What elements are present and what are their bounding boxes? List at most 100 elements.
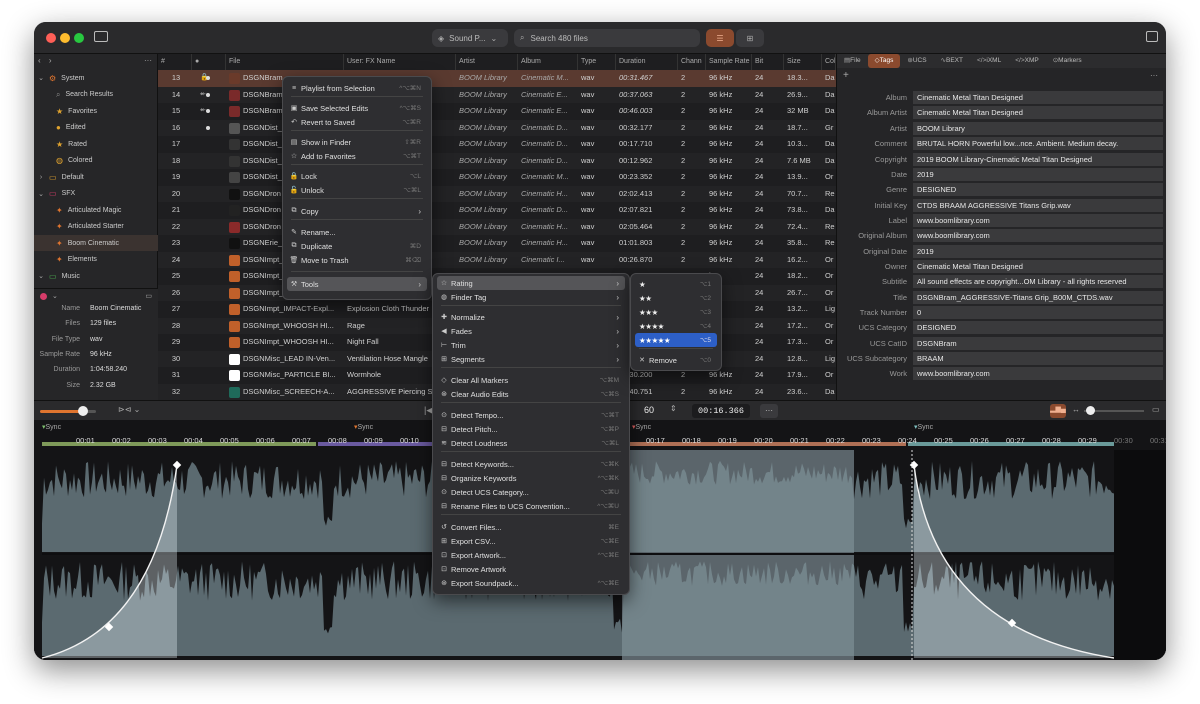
table-row[interactable]: 17 DSGNDist_ BOOM Library Cinematic D... wav… — [158, 136, 836, 153]
metadata-value-field[interactable]: 0 — [913, 306, 1163, 320]
metadata-value-field[interactable]: 2019 BOOM Library-Cinematic Metal Titan … — [913, 152, 1163, 166]
tab-file[interactable]: ▤ File — [837, 54, 868, 68]
sidebar-item[interactable]: ● Edited — [34, 120, 158, 136]
grid-view-button[interactable]: ⊞ — [736, 29, 764, 47]
menu-item[interactable]: ★★ ⌥2 — [635, 291, 717, 305]
sync-marker[interactable]: ▾ Sync — [632, 423, 651, 431]
metadata-value-field[interactable]: BRUTAL HORN Powerful low...nce. Ambient.… — [913, 137, 1163, 151]
sidebar-item[interactable]: ★ Favorites — [34, 103, 158, 119]
table-row[interactable]: 19 DSGNDist_ BOOM Library Cinematic M... wav… — [158, 169, 836, 186]
table-row[interactable]: 23 DSGNErie_ BOOM Library Cinematic H... wav… — [158, 235, 836, 252]
window-icon[interactable]: ▭ — [145, 292, 152, 300]
menu-item[interactable]: ⊙ Detect UCS Category... ⌥⌘U — [437, 485, 625, 499]
sidebar-item[interactable]: ⌕ Search Results — [34, 87, 158, 103]
zoom-window-button[interactable] — [74, 33, 84, 43]
chevron-down-icon[interactable]: › — [38, 174, 44, 181]
search-field[interactable]: ⌕ Search 480 files — [514, 29, 700, 47]
tab-bext[interactable]: ∿ BEXT — [934, 54, 970, 68]
metadata-value-field[interactable]: BRAAM — [913, 352, 1163, 366]
tab-xmp[interactable]: </> XMP — [1008, 54, 1046, 68]
metadata-value-field[interactable]: Cinematic Metal Titan Designed — [913, 259, 1163, 273]
menu-item[interactable]: ⊞ Export CSV... ⌥⌘E — [437, 534, 625, 548]
metadata-value-field[interactable]: DSGNBram_AGGRESSIVE-Titans Grip_B00M_CTD… — [913, 290, 1163, 304]
chevron-down-icon[interactable]: ⌄ — [52, 292, 58, 300]
library-selector[interactable]: ◈ Sound P... ⌄ — [432, 29, 508, 47]
menu-item[interactable]: ⧉ Duplicate ⌘D — [287, 239, 427, 253]
menu-item[interactable]: ⊢ Trim › — [437, 338, 625, 352]
menu-item[interactable]: ⊟ Rename Files to UCS Convention... ^⌥⌘U — [437, 499, 625, 513]
sync-marker[interactable]: ▾ Sync — [354, 423, 373, 431]
column-header[interactable]: Chann — [678, 54, 706, 70]
menu-item[interactable]: ☆ Rating › — [437, 276, 625, 290]
menu-item[interactable]: ↺ Convert Files... ⌘E — [437, 520, 625, 534]
menu-item[interactable]: ⊟ Detect Keywords... ⌥⌘K — [437, 457, 625, 471]
column-header[interactable]: Duration — [616, 54, 678, 70]
spectrum-button[interactable]: ▂▆▄ — [1050, 404, 1066, 418]
menu-item[interactable]: ★★★★ ⌥4 — [635, 319, 717, 333]
zoom-slider-knob[interactable] — [1086, 406, 1095, 415]
column-header[interactable]: Album — [518, 54, 578, 70]
menu-item[interactable]: ◀ Fades › — [437, 324, 625, 338]
menu-item[interactable]: ⧉ Copy › — [287, 204, 427, 218]
table-row[interactable]: 22 DSGNDron BOOM Library Cinematic H... wav 0… — [158, 218, 836, 235]
more-icon[interactable]: ··· — [144, 56, 152, 65]
chevron-down-icon[interactable]: ⌄ — [38, 190, 44, 198]
table-row[interactable]: 21 DSGNDron BOOM Library Cinematic D... wav 0… — [158, 202, 836, 219]
tab-ixml[interactable]: </> iXML — [970, 54, 1008, 68]
menu-item[interactable]: ≋ Detect Loudness ⌥⌘L — [437, 436, 625, 450]
column-header[interactable]: Artist — [456, 54, 518, 70]
stepper-icon[interactable]: ⇕ — [670, 404, 677, 413]
table-row[interactable]: 18 DSGNDist_ BOOM Library Cinematic D... wav… — [158, 152, 836, 169]
more-icon[interactable]: ··· — [1150, 71, 1158, 80]
table-row[interactable]: 15 DSGNBram_ BOOM Library Cinematic E... wav… — [158, 103, 836, 120]
menu-item[interactable]: ⊟ Detect Pitch... ⌥⌘P — [437, 422, 625, 436]
menu-item[interactable]: ⊛ Clear Audio Edits ⌥⌘S — [437, 387, 625, 401]
metadata-value-field[interactable]: www.boomlibrary.com — [913, 213, 1163, 227]
menu-item[interactable]: ☆ Add to Favorites ⌥⌘T — [287, 149, 427, 163]
tab-tags[interactable]: ◇ Tags — [867, 54, 901, 68]
menu-item[interactable]: ★★★★★ ⌥5 — [635, 333, 717, 347]
sidebar-item[interactable]: ⌄ ⚙ System — [34, 70, 158, 86]
sync-marker[interactable]: ▾ Sync — [914, 423, 933, 431]
sidebar-item[interactable]: ◍ Colored — [34, 153, 158, 169]
metadata-value-field[interactable]: 2019 — [913, 244, 1163, 258]
table-row[interactable]: 13 DSGNBram_ BOOM Library Cinematic M... wav… — [158, 70, 836, 87]
column-header[interactable]: # — [158, 54, 192, 70]
sidebar-item[interactable]: ✦ Elements — [34, 252, 158, 268]
menu-item[interactable]: ◇ Clear All Markers ⌥⌘M — [437, 373, 625, 387]
metadata-value-field[interactable]: BOOM Library — [913, 121, 1163, 135]
menu-item[interactable]: ≡ Playlist from Selection ^⌥⌘N — [287, 81, 427, 95]
transport-more-button[interactable]: ··· — [760, 404, 778, 418]
metadata-value-field[interactable]: CTDS BRAAM AGGRESSIVE Titans Grip.wav — [913, 198, 1163, 212]
add-icon[interactable]: + — [843, 70, 849, 81]
column-header[interactable]: Type — [578, 54, 616, 70]
menu-item[interactable]: ⚒ Tools › — [287, 277, 427, 291]
metadata-value-field[interactable]: 2019 — [913, 167, 1163, 181]
metadata-value-field[interactable]: Cinematic Metal Titan Designed — [913, 91, 1163, 105]
menu-item[interactable]: ✎ Rename... — [287, 225, 427, 239]
menu-item[interactable]: 🔒 Lock ⌥L — [287, 169, 427, 183]
sidebar-item[interactable]: ⌄ ▭ SFX — [34, 186, 158, 202]
menu-item[interactable]: ⊟ Organize Keywords ^⌥⌘K — [437, 471, 625, 485]
metadata-value-field[interactable]: www.boomlibrary.com — [913, 367, 1163, 381]
metadata-value-field[interactable]: www.boomlibrary.com — [913, 229, 1163, 243]
table-row[interactable]: 20 DSGNDron BOOM Library Cinematic H... wav 0… — [158, 185, 836, 202]
list-view-button[interactable]: ☰ — [706, 29, 734, 47]
inspector-toggle-icon[interactable] — [1146, 31, 1158, 42]
color-dot[interactable] — [40, 293, 47, 300]
back-icon[interactable]: ‹ — [38, 56, 41, 65]
menu-item[interactable]: ✚ Normalize › — [437, 310, 625, 324]
minimize-window-button[interactable] — [60, 33, 70, 43]
sidebar-item[interactable]: ✦ Boom Cinematic — [34, 235, 158, 251]
menu-item[interactable]: 🔓 Unlock ⌥⌘L — [287, 183, 427, 197]
close-window-button[interactable] — [46, 33, 56, 43]
metadata-value-field[interactable]: DESIGNED — [913, 321, 1163, 335]
menu-item[interactable]: ⊙ Detect Tempo... ⌥⌘T — [437, 408, 625, 422]
sidebar-toggle-icon[interactable] — [94, 31, 108, 42]
waveform-mode-icon[interactable]: ⊳⊲ ⌄ — [118, 405, 140, 414]
table-row[interactable]: 14 DSGNBram_ BOOM Library Cinematic E... wav… — [158, 86, 836, 103]
sidebar-item[interactable]: ✦ Articulated Starter — [34, 219, 158, 235]
table-row[interactable]: 16 DSGNDist_ BOOM Library Cinematic D... wav… — [158, 119, 836, 136]
menu-item[interactable]: ◍ Finder Tag › — [437, 290, 625, 304]
column-header[interactable]: Size — [784, 54, 822, 70]
